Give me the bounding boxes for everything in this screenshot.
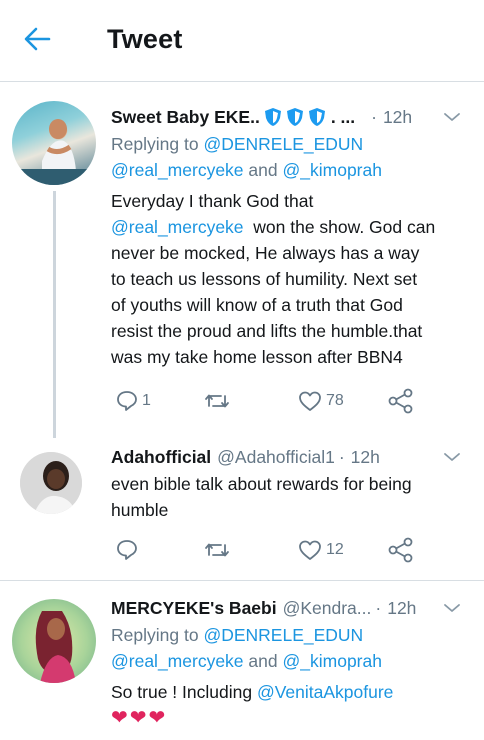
avatar[interactable] <box>20 452 82 514</box>
display-name[interactable]: Sweet Baby EKE.. <box>111 107 260 128</box>
mention-link[interactable]: @real_mercyeke <box>111 651 244 671</box>
replying-label: Replying to <box>111 134 199 154</box>
avatar-photo-icon <box>20 452 82 514</box>
retweet-icon <box>205 394 229 408</box>
mention-link[interactable]: @VenitaAkpofure <box>257 682 393 702</box>
tweet-text-line: humble <box>111 500 169 520</box>
timestamp: 12h <box>387 597 417 618</box>
thread-line <box>53 191 56 438</box>
replying-label: Replying to <box>111 625 199 645</box>
tweet-actions: 12 <box>111 535 431 565</box>
heart-outline-icon <box>299 540 321 560</box>
mention-link[interactable]: @DENRELE_EDUN <box>203 134 363 154</box>
display-name[interactable]: MERCYEKE's Baebi <box>111 598 277 619</box>
share-icon <box>388 537 413 563</box>
handle-truncated: . ... <box>330 106 356 127</box>
and-label: and <box>248 651 278 671</box>
tweet-text-line: Everyday I thank God that <box>111 191 314 211</box>
shield-icon <box>264 108 281 126</box>
display-name[interactable]: Adahofficial <box>111 447 211 468</box>
replying-to-line: Replying to @DENRELE_EDUN <box>111 622 363 648</box>
avatar-photo-icon <box>12 119 96 185</box>
reply-count: 1 <box>142 392 151 409</box>
tweet-header: Adahofficial @Adahofficial1 · 12h <box>111 445 451 469</box>
tweet-text-line: resist the proud and lifts the humble.th… <box>111 321 423 341</box>
app-header: Tweet <box>0 0 484 82</box>
retweet-icon <box>205 543 229 557</box>
tweet-text-line: of youths will know of a truth that God <box>111 295 403 315</box>
tweet-text-line: @real_mercyeke won the show. God can <box>111 214 435 240</box>
shield-badges <box>263 107 327 127</box>
like-button[interactable]: 78 <box>297 386 344 416</box>
tweet[interactable]: Adahofficial @Adahofficial1 · 12h even b… <box>0 438 484 578</box>
like-count: 12 <box>326 541 344 558</box>
tweet-text-line: even bible talk about rewards for being <box>111 474 412 494</box>
tweet-header: MERCYEKE's Baebi @Kendra... · 12h <box>111 596 451 620</box>
chevron-down-icon[interactable] <box>442 598 462 618</box>
mention-link[interactable]: @real_mercyeke <box>111 160 244 180</box>
like-count: 78 <box>326 392 344 409</box>
heart-emojis: ❤❤❤ <box>111 707 168 729</box>
tweet-header: Sweet Baby EKE.. . ... · 12h <box>111 105 451 129</box>
separator: · <box>375 597 382 618</box>
tweet-actions: 1 78 <box>111 386 431 416</box>
tweet-text: won the show. God can <box>253 217 436 237</box>
avatar[interactable] <box>12 101 96 185</box>
chevron-down-icon[interactable] <box>442 107 462 127</box>
shield-icon <box>286 108 303 126</box>
tweet-text-line: was my take home lesson after BBN4 <box>111 347 403 367</box>
retweet-button[interactable] <box>203 535 234 565</box>
share-icon <box>388 388 413 414</box>
replying-to-line-2: @real_mercyeke and @_kimoprah <box>111 648 382 674</box>
back-arrow-icon[interactable] <box>22 24 52 54</box>
mention-link[interactable]: @_kimoprah <box>283 651 382 671</box>
like-button[interactable]: 12 <box>297 535 344 565</box>
username[interactable]: @Kendra... <box>283 598 372 619</box>
shield-icon <box>308 108 325 126</box>
username[interactable]: @Adahofficial1 <box>217 447 335 468</box>
chevron-down-icon[interactable] <box>442 447 462 467</box>
timestamp: 12h <box>350 446 380 467</box>
reply-button[interactable] <box>115 535 142 565</box>
mention-link[interactable]: @real_mercyeke <box>111 217 244 237</box>
tweet-text: So true ! Including <box>111 682 253 702</box>
mention-link[interactable]: @DENRELE_EDUN <box>203 625 363 645</box>
share-button[interactable] <box>387 386 415 416</box>
tweet-text-line: So true ! Including @VenitaAkpofure <box>111 679 393 705</box>
page-title: Tweet <box>107 24 183 54</box>
heart-outline-icon <box>299 391 321 411</box>
avatar-photo-icon <box>35 611 76 683</box>
reply-icon <box>117 391 137 411</box>
separator: · <box>338 446 345 467</box>
share-button[interactable] <box>387 535 415 565</box>
replying-to-line: Replying to @DENRELE_EDUN <box>111 131 363 157</box>
tweet-text-line: to teach us lessons of humility. Next se… <box>111 269 418 289</box>
replying-to-line-2: @real_mercyeke and @_kimoprah <box>111 157 382 183</box>
and-label: and <box>248 160 278 180</box>
tweet-text-line: never be mocked, He always has a way <box>111 243 420 263</box>
separator: · <box>371 106 377 127</box>
tweet[interactable]: MERCYEKE's Baebi @Kendra... · 12h Replyi… <box>0 581 484 740</box>
reply-icon <box>117 540 137 560</box>
retweet-button[interactable] <box>203 386 234 416</box>
mention-link[interactable]: @_kimoprah <box>283 160 382 180</box>
timestamp: 12h <box>382 106 413 127</box>
reply-button[interactable]: 1 <box>115 386 151 416</box>
avatar[interactable] <box>12 599 96 683</box>
tweet[interactable]: Sweet Baby EKE.. . ... · 12h Replying to… <box>0 83 484 438</box>
